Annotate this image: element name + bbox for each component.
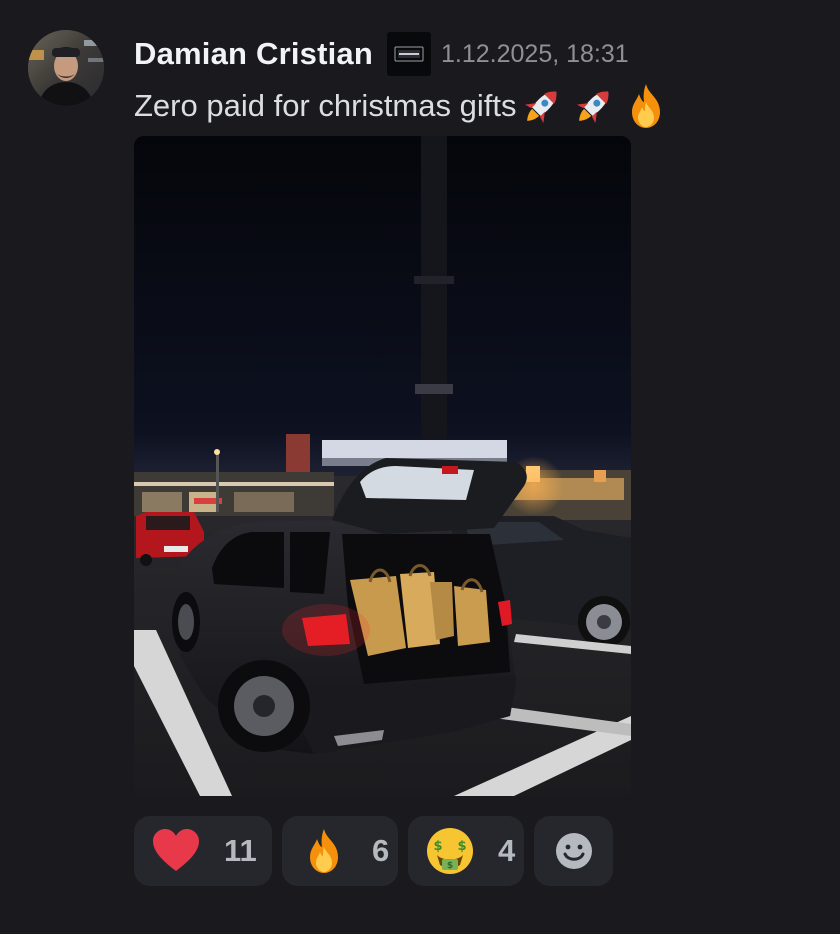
reaction-heart[interactable]: 11: [134, 816, 272, 886]
image-attachment[interactable]: [134, 136, 631, 796]
money-mouth-face-emoji-icon: $ $ $: [427, 828, 473, 874]
rocket-emoji-icon: [525, 91, 557, 123]
user-avatar[interactable]: [28, 30, 104, 106]
reaction-count: 6: [372, 833, 390, 868]
svg-text:$: $: [457, 839, 466, 854]
attachment-photo: [134, 136, 631, 796]
reaction-count: 4: [498, 833, 516, 868]
message-text: Zero paid for christmas gifts: [134, 88, 517, 123]
message-timestamp: 1.12.2025, 18:31: [441, 39, 629, 68]
message-content: Zero paid for christmas gifts: [134, 80, 672, 132]
reaction-count: 11: [224, 833, 257, 868]
svg-text:$: $: [433, 839, 442, 854]
add-reaction-button[interactable]: [534, 816, 613, 886]
heart-emoji-icon: [153, 829, 199, 871]
reaction-money-mouth-face[interactable]: $ $ $ 4: [408, 816, 524, 886]
fire-emoji-icon: [632, 84, 661, 128]
author-name[interactable]: Damian Cristian: [134, 36, 373, 72]
reactions-bar: 11 6 $ $ $ 4: [134, 816, 613, 886]
avatar-photo: [28, 30, 104, 106]
reaction-fire[interactable]: 6: [282, 816, 398, 886]
add-reaction-smiley-icon: [555, 833, 592, 869]
fire-emoji-icon: [310, 829, 338, 873]
zennbot-logo-icon: [394, 46, 424, 62]
rocket-emoji-icon: [577, 91, 609, 123]
message-header: Damian Cristian 1.12.2025, 18:31: [134, 30, 629, 78]
svg-text:$: $: [447, 861, 453, 871]
app-badge: [387, 32, 432, 76]
chat-message: Damian Cristian 1.12.2025, 18:31 Zero pa…: [0, 0, 840, 934]
